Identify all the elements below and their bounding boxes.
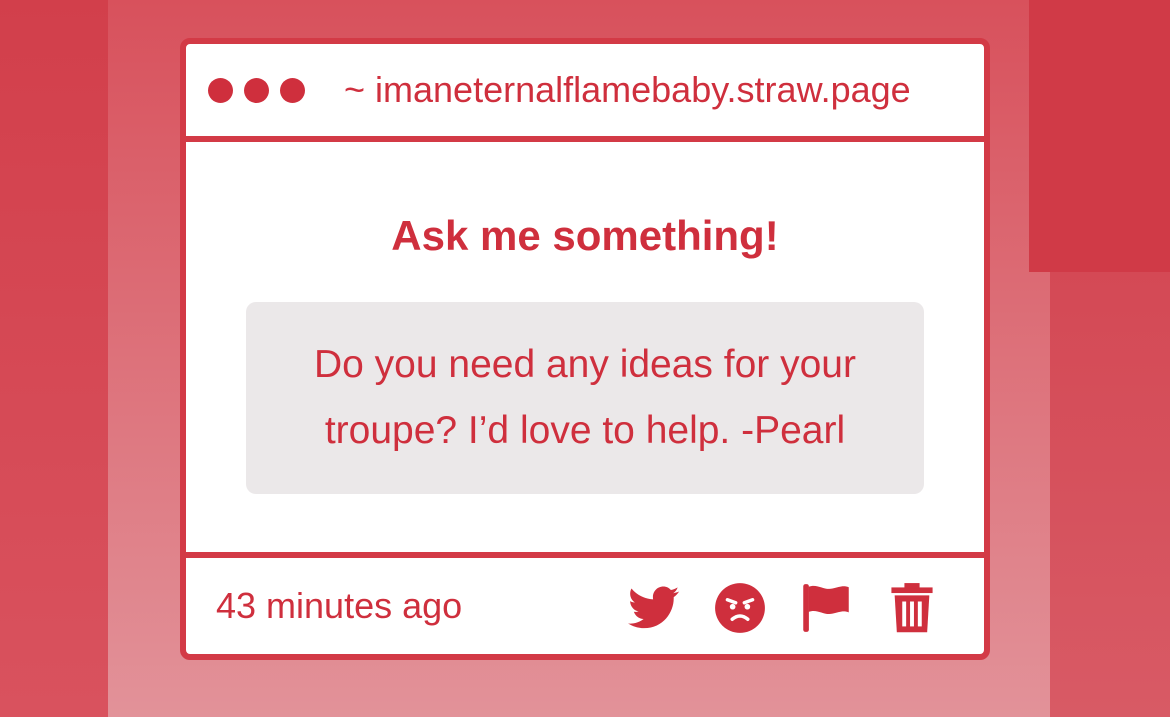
action-bar — [596, 580, 940, 636]
report-angry-button[interactable] — [712, 580, 768, 636]
window-dot-icon — [208, 77, 233, 103]
prompt-title: Ask me something! — [391, 212, 779, 259]
trash-icon — [891, 583, 933, 633]
background-left — [0, 0, 108, 717]
window-titlebar: ~ imaneternalflamebaby.straw.page — [186, 44, 984, 142]
question-line-1: Do you need any ideas for your — [313, 343, 856, 386]
card-footer: 43 minutes ago — [186, 552, 984, 654]
flag-icon — [803, 584, 849, 632]
question-box: Do you need any ideas for your troupe? I… — [246, 302, 924, 494]
share-twitter-button[interactable] — [626, 580, 682, 636]
browser-window-card: ~ imaneternalflamebaby.straw.page Ask me… — [180, 38, 990, 660]
question-line-2: troupe? I’d love to help. -Pearl — [324, 409, 846, 452]
background-right-top — [1029, 0, 1170, 272]
timestamp: 43 minutes ago — [216, 585, 463, 626]
window-dot-icon — [280, 77, 305, 103]
delete-button[interactable] — [884, 580, 940, 636]
window-dots — [208, 77, 316, 103]
card-content: Ask me something! Do you need any ideas … — [186, 142, 984, 552]
question-text: Do you need any ideas for your troupe? I… — [314, 332, 856, 464]
window-dot-icon — [244, 77, 269, 103]
flag-button[interactable] — [798, 580, 854, 636]
angry-face-icon — [715, 583, 765, 633]
background-right-bottom — [1050, 272, 1170, 717]
twitter-icon — [628, 586, 680, 629]
page-url: ~ imaneternalflamebaby.straw.page — [344, 69, 911, 110]
